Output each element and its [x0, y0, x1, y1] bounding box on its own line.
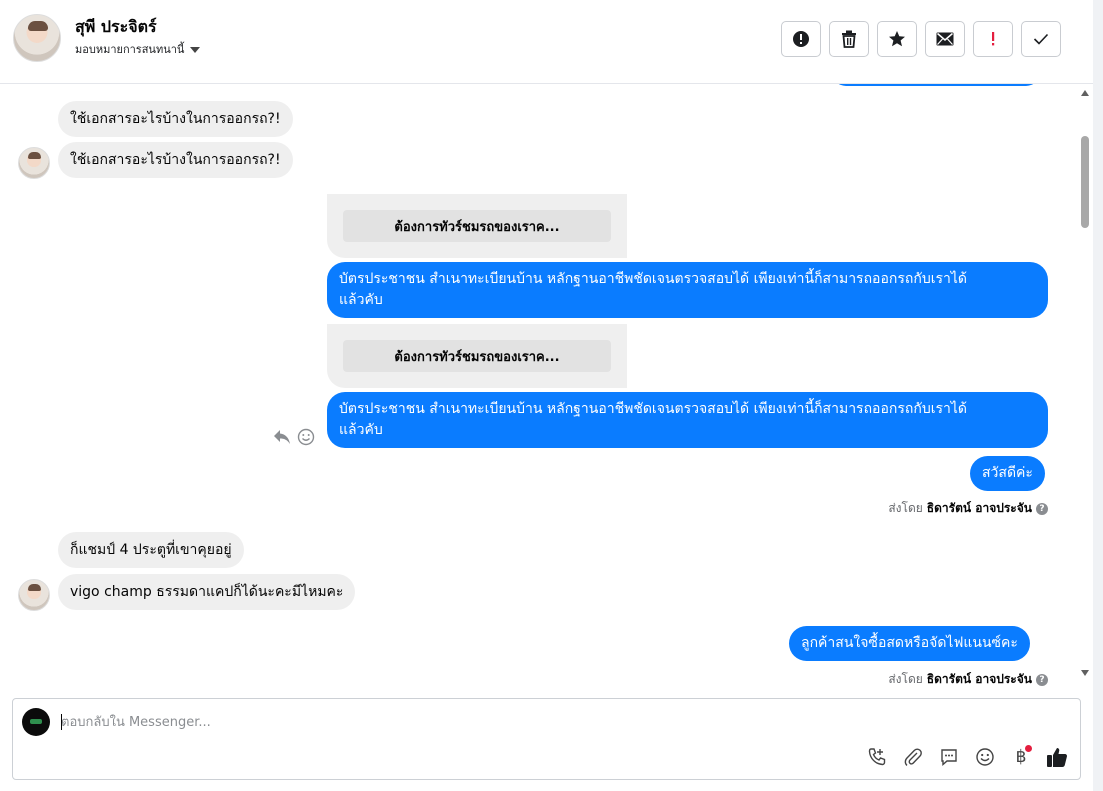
notification-dot — [1025, 745, 1032, 752]
call-add-icon — [868, 748, 886, 766]
contact-avatar-small[interactable] — [18, 147, 50, 179]
reply-icon[interactable] — [273, 429, 291, 445]
message-text-line: บัตรประชาชน สำเนาทะเบียนบ้าน หลักฐานอาชี… — [339, 271, 968, 287]
trash-icon — [842, 30, 856, 48]
quick-reply-card: ต้องการทัวร์ชมรถของเราค... — [327, 194, 627, 258]
attach-button[interactable] — [901, 745, 925, 769]
tour-request-button[interactable]: ต้องการทัวร์ชมรถของเราค... — [343, 210, 611, 242]
scroll-up-arrow-icon[interactable] — [1081, 90, 1089, 96]
text-cursor — [61, 714, 62, 730]
reply-composer: ฿ — [12, 698, 1081, 780]
saved-replies-button[interactable] — [937, 745, 961, 769]
star-button[interactable] — [877, 21, 917, 57]
scroll-down-arrow-icon[interactable] — [1081, 670, 1089, 676]
tour-request-button[interactable]: ต้องการทัวร์ชมรถของเราค... — [343, 340, 611, 372]
mark-unread-button[interactable] — [925, 21, 965, 57]
incoming-message-bubble[interactable]: ใช้เอกสารอะไรบ้างในการออกรถ?! — [58, 101, 293, 137]
side-divider — [1093, 0, 1103, 791]
page-avatar — [22, 708, 50, 736]
star-icon — [889, 31, 905, 47]
thumbs-up-icon — [1047, 748, 1067, 767]
assign-conversation-dropdown[interactable]: มอบหมายการสนทนานี้ — [75, 40, 201, 58]
emoji-button[interactable] — [973, 745, 997, 769]
outgoing-message-bubble[interactable]: ลูกค้าสนใจซื้อสดหรือจัดไฟแนนซ์คะ — [789, 626, 1030, 661]
sent-by-label: ส่งโดย ธิดารัตน์ อาจประจัน ? — [888, 499, 1048, 518]
like-button[interactable] — [1045, 745, 1069, 769]
payment-button[interactable]: ฿ — [1009, 745, 1033, 769]
sent-by-prefix: ส่งโดย — [888, 501, 923, 515]
message-actions — [273, 428, 315, 446]
message-text-line: บัตรประชาชน สำเนาทะเบียนบ้าน หลักฐานอาชี… — [339, 401, 968, 417]
assign-label: มอบหมายการสนทนานี้ — [75, 43, 185, 56]
chevron-down-icon — [190, 46, 201, 53]
conversation-header: สุพี ประจิตร์ มอบหมายการสนทนานี้ — [0, 0, 1093, 84]
reply-input[interactable] — [61, 711, 1051, 733]
alert-circle-icon — [793, 31, 809, 47]
message-text-line: แล้วคับ — [339, 292, 383, 308]
chat-bubble-icon — [941, 749, 957, 767]
quick-reply-card: ต้องการทัวร์ชมรถของเราค... — [327, 324, 627, 388]
outgoing-message-bubble[interactable]: บัตรประชาชน สำเนาทะเบียนบ้าน หลักฐานอาชี… — [327, 392, 1048, 448]
scroll-thumb[interactable] — [1081, 136, 1089, 228]
incoming-message-bubble[interactable]: ก็แชมป์ 4 ประตูที่เขาคุยอยู่ — [58, 532, 244, 568]
follow-up-button[interactable] — [973, 21, 1013, 57]
composer-toolbar: ฿ — [865, 745, 1069, 769]
contact-name[interactable]: สุพี ประจิตร์ — [75, 15, 157, 40]
sent-by-label: ส่งโดย ธิดารัตน์ อาจประจัน ? — [888, 670, 1048, 689]
emoji-reaction-icon[interactable] — [297, 428, 315, 446]
help-icon[interactable]: ? — [1036, 673, 1048, 686]
sent-by-prefix: ส่งโดย — [888, 672, 923, 686]
paperclip-icon — [904, 748, 922, 766]
outgoing-message-bubble[interactable]: สวัสดีค่ะ — [970, 456, 1045, 491]
call-add-button[interactable] — [865, 745, 889, 769]
contact-avatar-small[interactable] — [18, 579, 50, 611]
sender-name[interactable]: ธิดารัตน์ อาจประจัน — [927, 499, 1032, 518]
delete-button[interactable] — [829, 21, 869, 57]
outgoing-message-bubble[interactable]: บัตรประชาชน สำเนาทะเบียนบ้าน หลักฐานอาชี… — [327, 262, 1048, 318]
exclamation-icon — [992, 32, 995, 46]
check-icon — [1033, 33, 1049, 45]
incoming-message-bubble[interactable]: vigo champ ธรรมดาแคปก็ได้นะคะมีไหมคะ — [58, 574, 356, 610]
messenger-inbox: สุพี ประจิตร์ มอบหมายการสนทนานี้ ใช้เอกส… — [0, 0, 1103, 791]
outgoing-message-bubble — [832, 84, 1040, 86]
scrollbar[interactable] — [1078, 88, 1092, 682]
contact-avatar[interactable] — [13, 14, 61, 62]
help-icon[interactable]: ? — [1036, 502, 1048, 515]
message-text-line: แล้วคับ — [339, 422, 383, 438]
header-actions — [781, 21, 1061, 57]
message-thread[interactable]: ใช้เอกสารอะไรบ้างในการออกรถ?! ใช้เอกสารอ… — [0, 84, 1093, 690]
sender-name[interactable]: ธิดารัตน์ อาจประจัน — [927, 670, 1032, 689]
mark-done-button[interactable] — [1021, 21, 1061, 57]
mark-spam-button[interactable] — [781, 21, 821, 57]
incoming-message-bubble[interactable]: ใช้เอกสารอะไรบ้างในการออกรถ?! — [58, 142, 293, 178]
envelope-icon — [936, 32, 954, 46]
emoji-icon — [976, 748, 994, 766]
